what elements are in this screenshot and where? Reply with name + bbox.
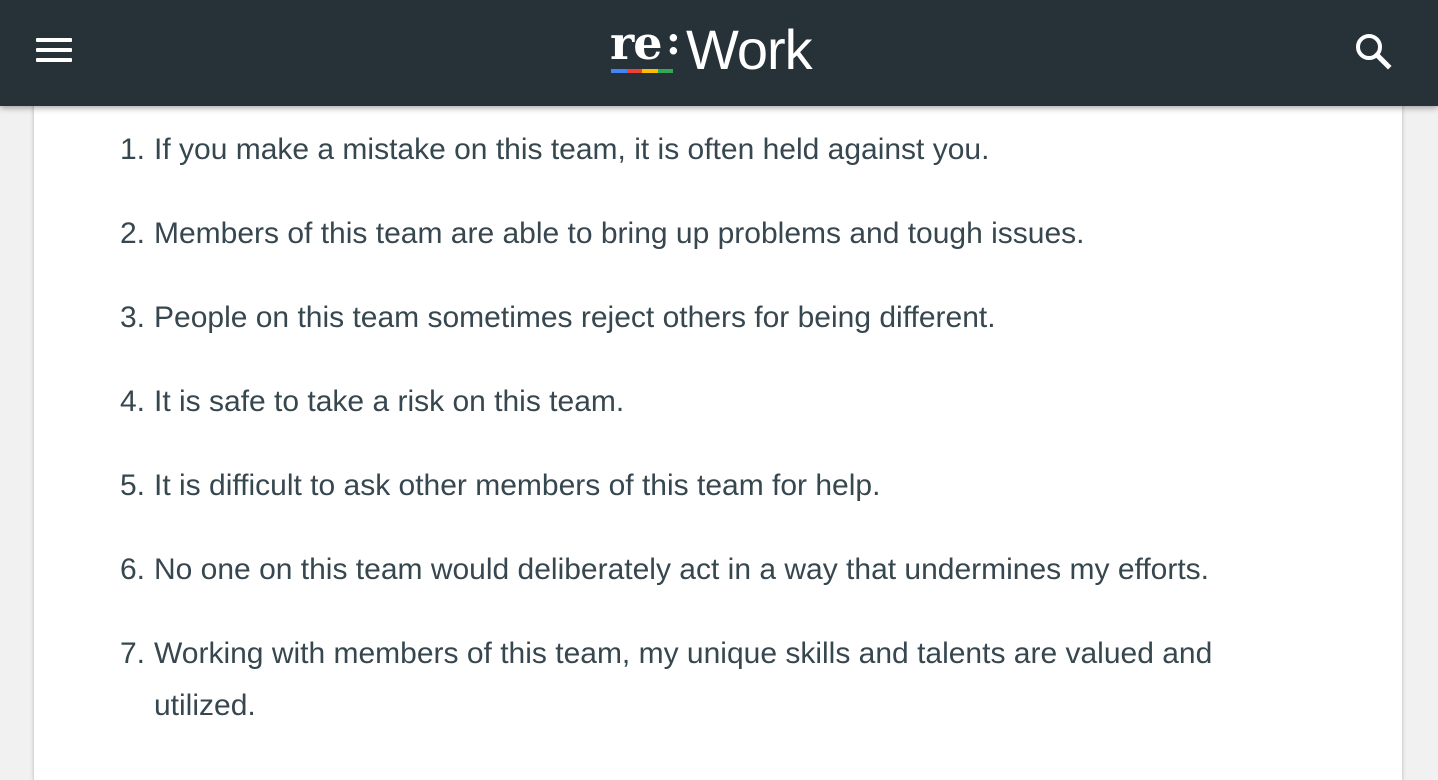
logo-color-bar — [611, 69, 673, 73]
hamburger-menu-icon[interactable] — [28, 30, 80, 74]
search-icon[interactable] — [1350, 28, 1396, 74]
list-item-number: 2. — [120, 217, 146, 250]
list-item-text: No one on this team would deliberately a… — [154, 553, 1209, 586]
list-item-text: It is safe to take a risk on this team. — [154, 385, 625, 418]
logo-re-text: re — [610, 16, 663, 70]
list-item-number: 7. — [120, 637, 146, 670]
list-item-number: 6. — [120, 553, 146, 586]
list-item-number: 5. — [120, 469, 146, 502]
list-item-number: 1. — [120, 133, 146, 166]
list-item-number: 3. — [120, 301, 146, 334]
content-card: 1. If you make a mistake on this team, i… — [34, 80, 1402, 780]
list-item-text: Working with members of this team, my un… — [154, 637, 1213, 722]
list-item-text: People on this team sometimes reject oth… — [154, 301, 996, 334]
list-item-text: Members of this team are able to bring u… — [154, 217, 1085, 250]
top-app-bar: re : Work — [0, 0, 1438, 106]
list-item-text: If you make a mistake on this team, it i… — [154, 133, 990, 166]
logo-work-text: Work — [686, 18, 813, 81]
rework-logo[interactable]: re : Work — [610, 18, 830, 82]
list-item-text: It is difficult to ask other members of … — [154, 469, 881, 502]
logo-colon-text: : — [666, 17, 681, 64]
list-item-number: 4. — [120, 385, 146, 418]
